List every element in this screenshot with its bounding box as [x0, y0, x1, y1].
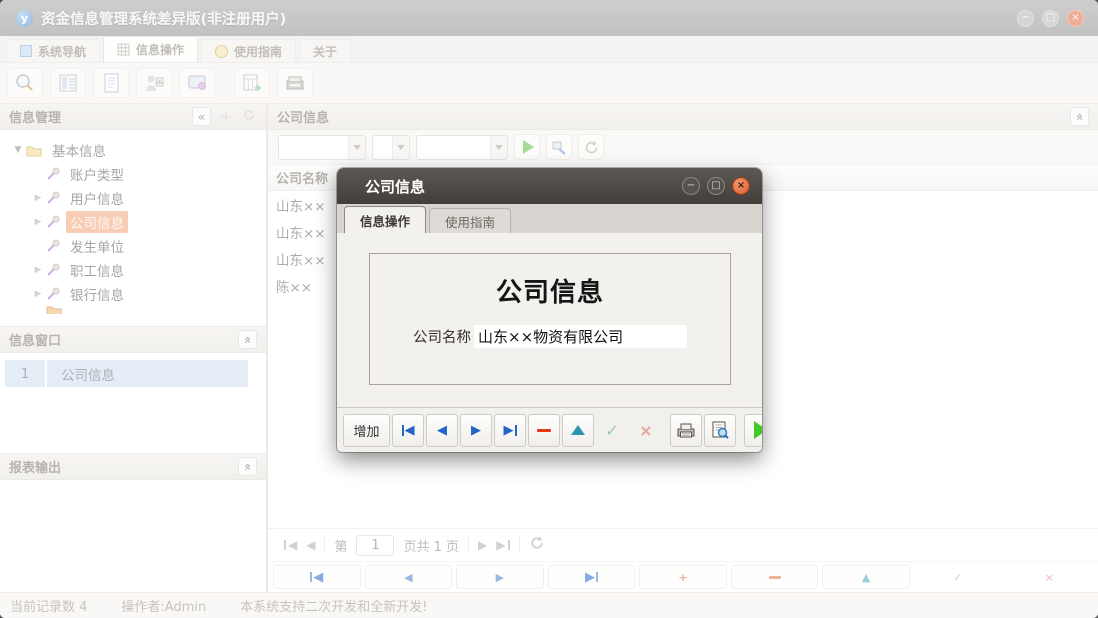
- cancel-record-button[interactable]: ×: [630, 414, 662, 447]
- first-record-button[interactable]: ◀: [392, 414, 424, 447]
- tab-label: 使用指南: [445, 212, 495, 231]
- post-record-button[interactable]: ✓: [596, 414, 628, 447]
- dialog-minimize-icon[interactable]: −: [682, 177, 700, 195]
- cancel-record-icon: ×: [639, 421, 652, 440]
- desktop-background: y 资金信息管理系统差异版(非注册用户) − □ × 系统导航 信息操作: [0, 0, 1098, 618]
- last-record-button[interactable]: ▶: [494, 414, 526, 447]
- edit-record-button[interactable]: [562, 414, 594, 447]
- company-name-field[interactable]: [474, 325, 687, 348]
- form-heading: 公司信息: [370, 272, 730, 309]
- company-info-fieldset: 公司信息 公司名称: [369, 253, 731, 385]
- dialog-close-icon[interactable]: ×: [732, 177, 750, 195]
- delete-record-button[interactable]: [528, 414, 560, 447]
- dialog-titlebar: 公司信息 − □ ×: [337, 168, 762, 204]
- prev-record-button[interactable]: ◀: [426, 414, 458, 447]
- dialog-title: 公司信息: [365, 176, 425, 197]
- print-preview-button[interactable]: [704, 414, 736, 447]
- delete-record-icon: [537, 429, 551, 432]
- print-preview-icon: [710, 420, 730, 440]
- dialog-window-controls: − □ ×: [682, 177, 750, 195]
- run-button[interactable]: [744, 414, 762, 447]
- dialog-body: 公司信息 公司名称: [337, 233, 762, 407]
- dialog-button-bar: 增加 ◀ ◀ ▶ ▶ ✓ ×: [337, 407, 762, 452]
- first-record-icon: ◀: [402, 424, 415, 437]
- tab-label: 信息操作: [360, 211, 410, 230]
- company-name-label: 公司名称: [413, 326, 471, 347]
- next-record-button[interactable]: ▶: [460, 414, 492, 447]
- print-icon: [676, 420, 696, 440]
- dialog-tab-info-operation[interactable]: 信息操作: [344, 206, 426, 233]
- dialog-tabstrip: 信息操作 使用指南: [337, 204, 762, 233]
- edit-record-icon: [571, 425, 585, 435]
- company-info-dialog: 公司信息 − □ × 信息操作 使用指南 公司信息 公司名称: [337, 168, 762, 452]
- dialog-maximize-icon[interactable]: □: [707, 177, 725, 195]
- add-button[interactable]: 增加: [343, 414, 390, 447]
- dialog-tab-user-guide[interactable]: 使用指南: [429, 208, 511, 233]
- next-record-icon: ▶: [471, 424, 481, 437]
- last-record-icon: ▶: [504, 424, 517, 437]
- post-record-icon: ✓: [605, 421, 618, 440]
- prev-record-icon: ◀: [437, 424, 447, 437]
- run-icon: [754, 421, 763, 439]
- print-button[interactable]: [670, 414, 702, 447]
